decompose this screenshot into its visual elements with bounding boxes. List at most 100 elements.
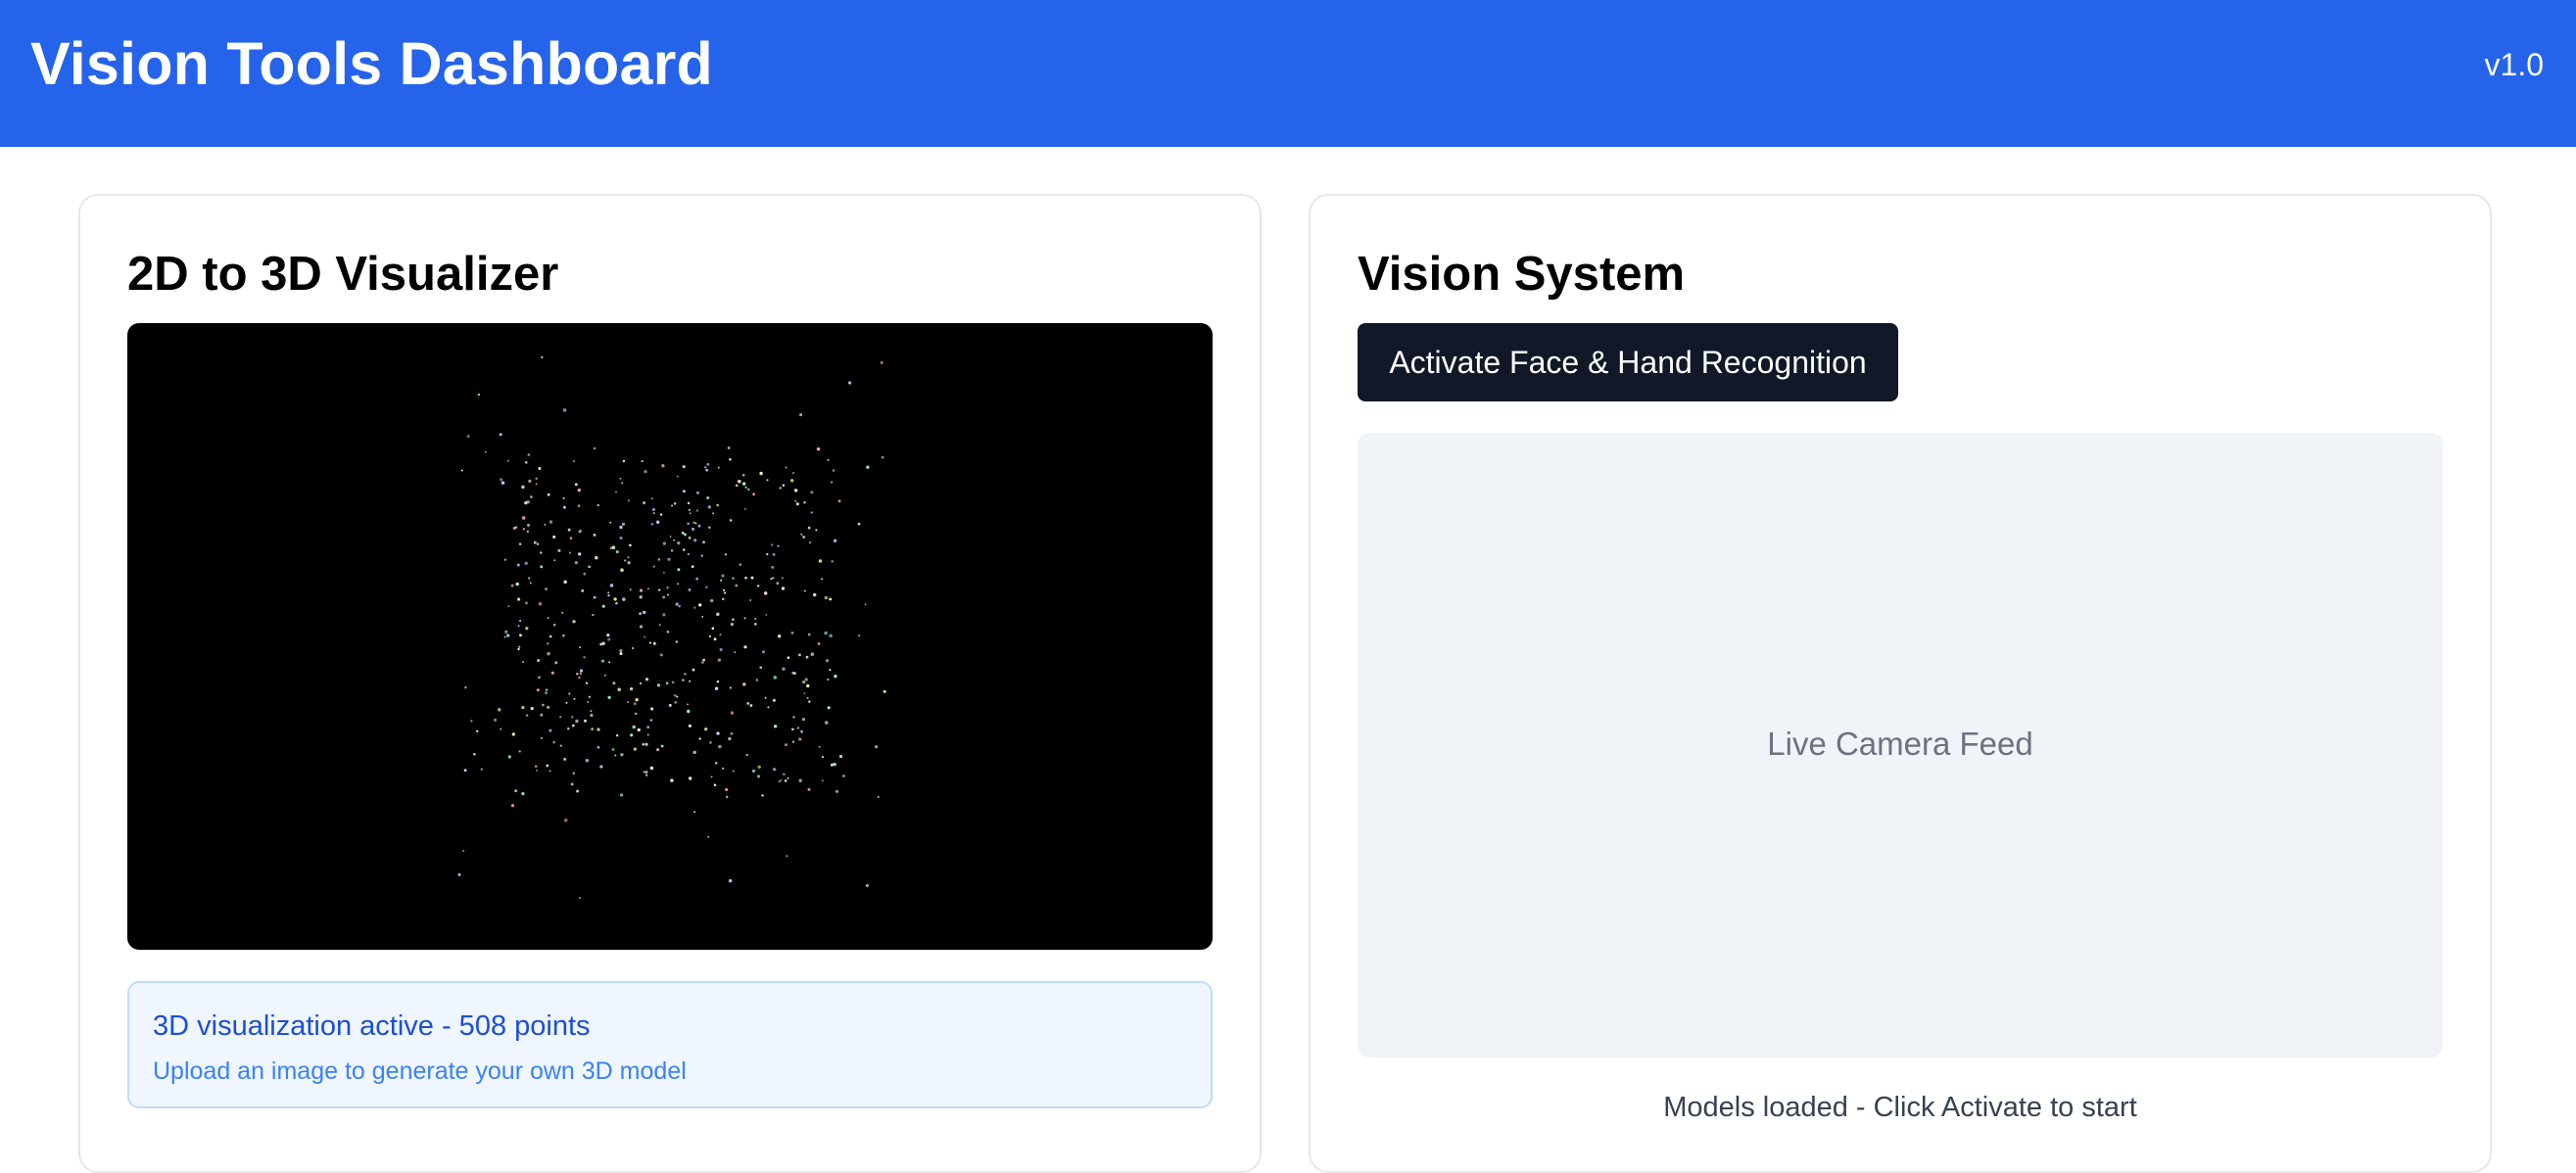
cloud-point — [575, 719, 579, 724]
cloud-point — [574, 561, 578, 565]
cloud-point — [611, 545, 616, 549]
cloud-point — [692, 521, 695, 525]
cloud-point — [752, 493, 756, 496]
cloud-point — [750, 576, 754, 580]
cloud-point — [706, 495, 710, 500]
cloud-point — [728, 878, 733, 883]
cloud-point — [607, 593, 610, 597]
cloud-point — [518, 750, 521, 753]
cloud-point — [596, 503, 599, 507]
cloud-point — [792, 472, 794, 474]
cloud-point — [511, 732, 515, 736]
cloud-point — [745, 753, 748, 757]
cloud-point — [696, 491, 699, 494]
cloud-point — [688, 536, 692, 540]
cloud-point — [725, 788, 729, 791]
cloud-point — [790, 727, 794, 731]
cloud-point — [535, 483, 538, 486]
cloud-point — [577, 504, 581, 508]
cloud-point — [798, 737, 802, 741]
cloud-point — [627, 556, 630, 559]
cloud-point — [667, 557, 671, 561]
cloud-point — [700, 554, 704, 557]
cloud-point — [734, 651, 737, 654]
cloud-point — [562, 408, 567, 412]
cloud-point — [621, 522, 626, 526]
cloud-point — [517, 647, 520, 651]
cloud-point — [480, 768, 484, 771]
cloud-point — [547, 651, 550, 656]
activate-recognition-button[interactable]: Activate Face & Hand Recognition — [1358, 323, 1898, 401]
cloud-point — [588, 695, 592, 698]
visualizer-status: 3D visualization active - 508 points — [153, 1010, 591, 1042]
app-title: Vision Tools Dashboard — [30, 30, 713, 97]
cloud-point — [547, 493, 550, 496]
cloud-point — [596, 727, 600, 731]
cloud-point — [507, 605, 510, 607]
cloud-point — [784, 743, 787, 747]
cloud-point — [557, 548, 561, 553]
cloud-point — [561, 611, 564, 614]
cloud-point — [607, 591, 610, 594]
cloud-point — [477, 393, 480, 397]
cloud-point — [767, 706, 770, 709]
cloud-point — [588, 565, 591, 569]
cloud-point — [716, 731, 720, 735]
cloud-point — [529, 495, 533, 498]
cloud-point — [514, 789, 517, 793]
cloud-point — [880, 360, 883, 365]
cloud-point — [881, 455, 884, 459]
cloud-point — [510, 584, 514, 587]
cloud-point — [609, 521, 612, 524]
cloud-point — [464, 685, 467, 689]
models-status: Models loaded - Click Activate to start — [1663, 1092, 2137, 1123]
cloud-point — [527, 453, 531, 456]
cloud-point — [549, 634, 552, 638]
cloud-point — [807, 633, 811, 636]
cloud-point — [609, 584, 614, 587]
cloud-point — [590, 710, 593, 713]
cloud-point — [704, 727, 708, 731]
cloud-point — [739, 563, 742, 566]
cloud-point — [677, 568, 681, 572]
cloud-point — [833, 762, 836, 767]
cloud-point — [457, 872, 461, 876]
cloud-point — [627, 499, 630, 502]
cloud-point — [827, 458, 830, 461]
cloud-point — [643, 635, 646, 638]
cloud-point — [728, 736, 732, 741]
cloud-point — [530, 706, 534, 711]
cloud-point — [473, 752, 476, 756]
cloud-point — [789, 479, 794, 483]
point-cloud-canvas[interactable] — [127, 323, 1213, 950]
cloud-point — [572, 460, 575, 462]
cloud-point — [759, 666, 763, 670]
cloud-point — [803, 501, 806, 504]
cloud-point — [652, 512, 655, 515]
cloud-point — [524, 561, 528, 566]
cloud-point — [643, 771, 645, 774]
cloud-point — [585, 759, 590, 763]
cloud-point — [742, 682, 746, 686]
cloud-point — [639, 625, 644, 629]
cloud-point — [713, 637, 717, 641]
cloud-point — [533, 540, 537, 544]
cloud-point — [541, 355, 544, 359]
cloud-point — [865, 883, 870, 888]
cloud-point — [517, 625, 520, 628]
cloud-point — [747, 488, 750, 492]
cloud-point — [682, 548, 686, 551]
cloud-point — [504, 630, 508, 633]
cloud-point — [577, 488, 582, 493]
cloud-point — [793, 489, 798, 493]
cloud-point — [650, 523, 654, 526]
cloud-point — [676, 695, 679, 698]
cloud-point — [689, 776, 692, 780]
cloud-point — [639, 681, 643, 685]
cloud-point — [716, 680, 720, 683]
cloud-point — [565, 701, 568, 704]
cloud-point — [821, 578, 824, 581]
cloud-point — [718, 744, 722, 749]
cloud-point — [716, 612, 720, 617]
cloud-point — [522, 661, 525, 664]
